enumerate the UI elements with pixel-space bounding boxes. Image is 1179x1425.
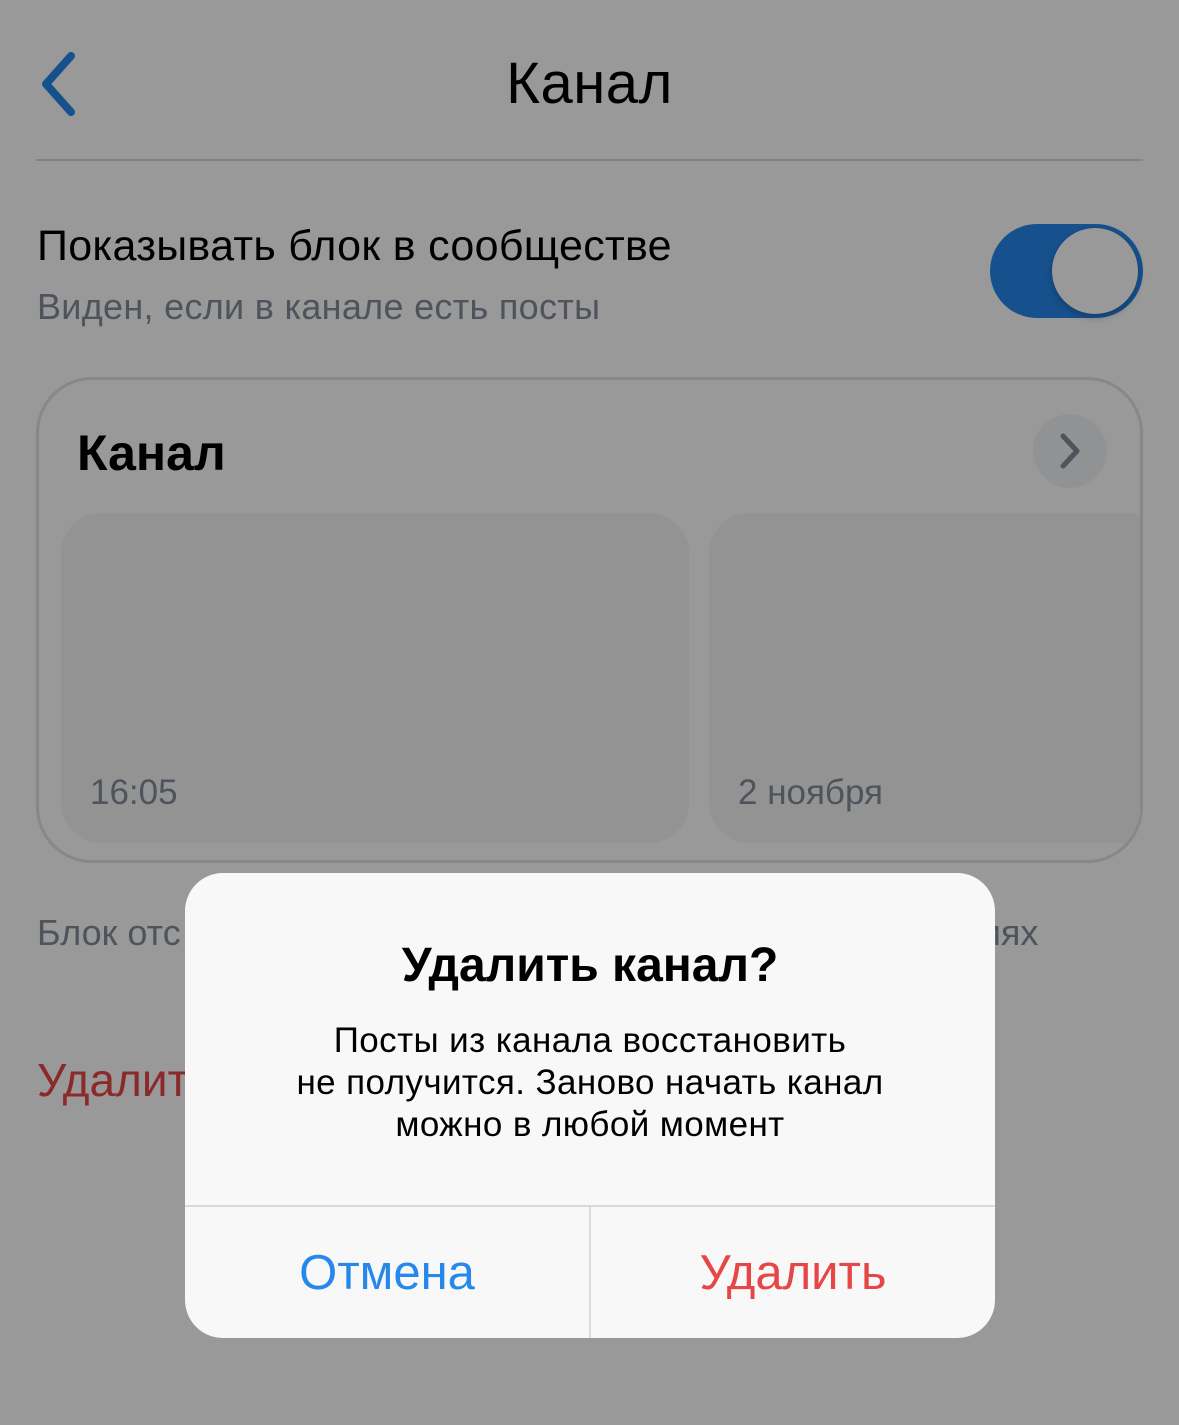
alert-message-line: не получится. Заново начать канал [296,1063,884,1102]
alert-message-line: Посты из канала восстановить [333,1021,847,1060]
cancel-button[interactable]: Отмена [185,1207,589,1338]
delete-channel-alert: Удалить канал? Посты из канала восстанов… [185,873,995,1338]
alert-message: Посты из канала восстановить не получитс… [245,1020,935,1146]
alert-title: Удалить канал? [401,939,779,992]
alert-message-line: можно в любой момент [395,1105,785,1144]
confirm-delete-button[interactable]: Удалить [591,1207,995,1338]
